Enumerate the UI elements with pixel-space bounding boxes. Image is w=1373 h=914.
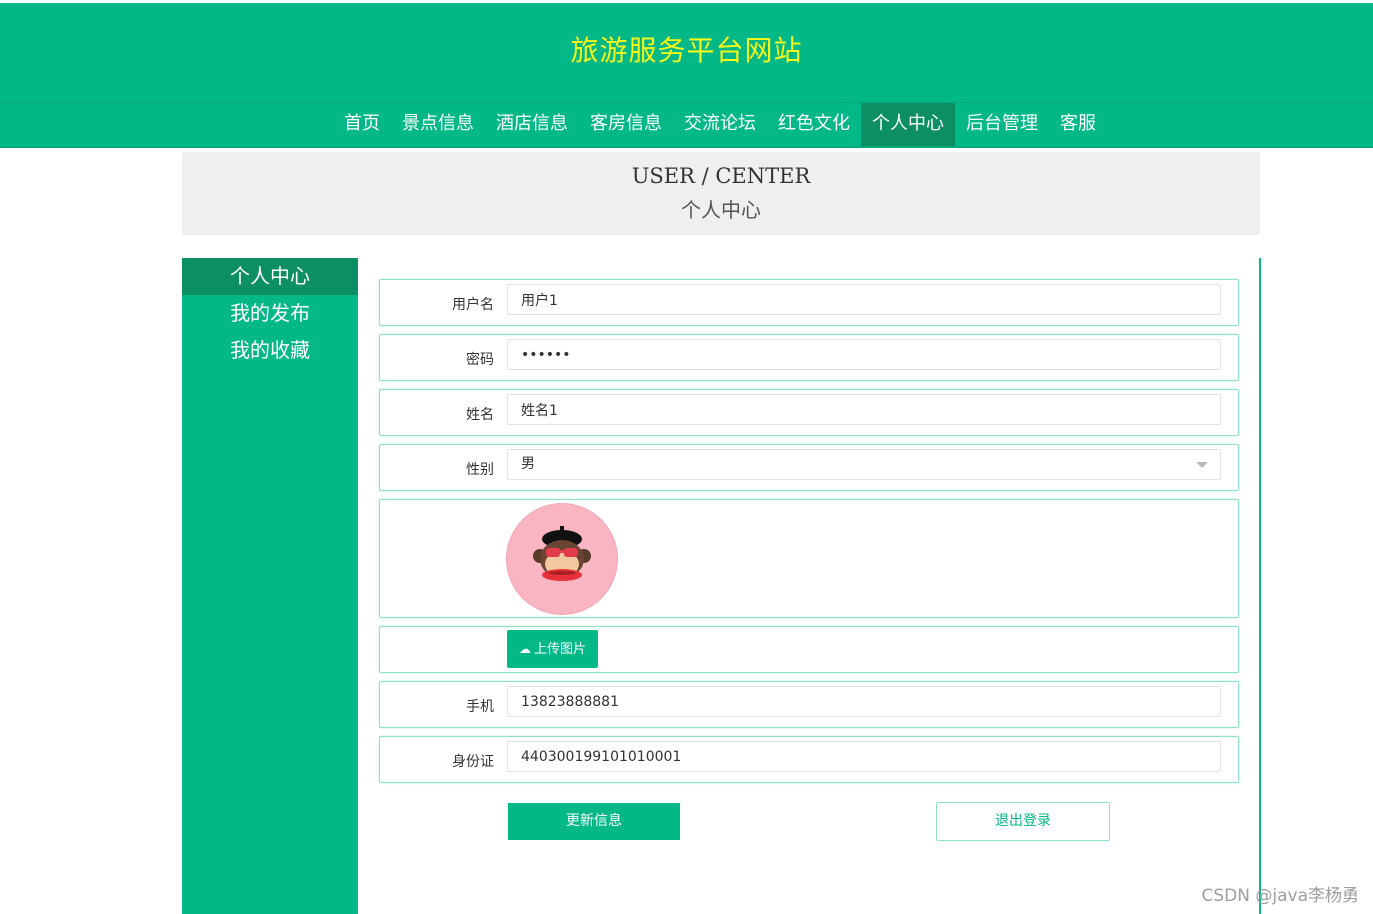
nav-customer-service[interactable]: 客服 bbox=[1049, 103, 1107, 146]
form-row-upload: ☁ 上传图片 bbox=[379, 626, 1239, 673]
site-title: 旅游服务平台网站 bbox=[570, 34, 803, 67]
form-row-avatar bbox=[379, 499, 1239, 618]
username-label: 用户名 bbox=[452, 297, 494, 313]
password-label: 密码 bbox=[466, 352, 494, 368]
form-row-password: 密码 bbox=[379, 334, 1239, 381]
gender-label: 性别 bbox=[466, 462, 494, 478]
form-row-phone: 手机 bbox=[379, 681, 1239, 728]
password-input[interactable] bbox=[507, 339, 1221, 370]
nav-attractions[interactable]: 景点信息 bbox=[391, 103, 485, 146]
nav-home[interactable]: 首页 bbox=[333, 103, 391, 146]
sidebar: 个人中心 我的发布 我的收藏 bbox=[182, 258, 358, 914]
avatar bbox=[507, 504, 617, 614]
phone-input[interactable] bbox=[507, 686, 1221, 717]
nav-forum[interactable]: 交流论坛 bbox=[673, 103, 767, 146]
main-nav: 首页 景点信息 酒店信息 客房信息 交流论坛 红色文化 个人中心 后台管理 客服 bbox=[0, 103, 1373, 148]
banner-title-en: USER / CENTER bbox=[631, 164, 811, 188]
watermark: CSDN @java李杨勇 bbox=[1201, 886, 1360, 906]
name-input[interactable] bbox=[507, 394, 1221, 425]
gender-select[interactable]: 男 bbox=[507, 449, 1221, 480]
phone-label: 手机 bbox=[466, 699, 494, 715]
form-row-id-card: 身份证 bbox=[379, 736, 1239, 783]
sidebar-item-my-favorites[interactable]: 我的收藏 bbox=[182, 332, 358, 369]
chevron-down-icon bbox=[1196, 462, 1208, 468]
sidebar-item-my-posts[interactable]: 我的发布 bbox=[182, 295, 358, 332]
site-header: 旅游服务平台网站 bbox=[0, 3, 1373, 103]
nav-hotels[interactable]: 酒店信息 bbox=[485, 103, 579, 146]
id-card-label: 身份证 bbox=[452, 754, 494, 770]
upload-image-button[interactable]: ☁ 上传图片 bbox=[507, 630, 598, 668]
update-info-button[interactable]: 更新信息 bbox=[508, 803, 680, 840]
content-border bbox=[1259, 258, 1261, 914]
cloud-upload-icon: ☁ bbox=[518, 642, 531, 656]
gender-selected-value: 男 bbox=[521, 456, 535, 472]
nav-admin[interactable]: 后台管理 bbox=[955, 103, 1049, 146]
nav-user-center[interactable]: 个人中心 bbox=[861, 103, 955, 146]
id-card-input[interactable] bbox=[507, 741, 1221, 772]
monkey-avatar-icon bbox=[533, 526, 591, 581]
banner-title-zh: 个人中心 bbox=[681, 198, 761, 222]
name-label: 姓名 bbox=[466, 407, 494, 423]
upload-button-label: 上传图片 bbox=[533, 642, 586, 657]
page-banner: USER / CENTER 个人中心 bbox=[182, 152, 1260, 235]
form-row-username: 用户名 bbox=[379, 279, 1239, 326]
logout-button[interactable]: 退出登录 bbox=[936, 802, 1110, 841]
sidebar-item-user-center[interactable]: 个人中心 bbox=[182, 258, 358, 295]
nav-rooms[interactable]: 客房信息 bbox=[579, 103, 673, 146]
form-row-gender: 性别 男 bbox=[379, 444, 1239, 491]
form-row-name: 姓名 bbox=[379, 389, 1239, 436]
username-input[interactable] bbox=[507, 284, 1221, 315]
nav-red-culture[interactable]: 红色文化 bbox=[767, 103, 861, 146]
